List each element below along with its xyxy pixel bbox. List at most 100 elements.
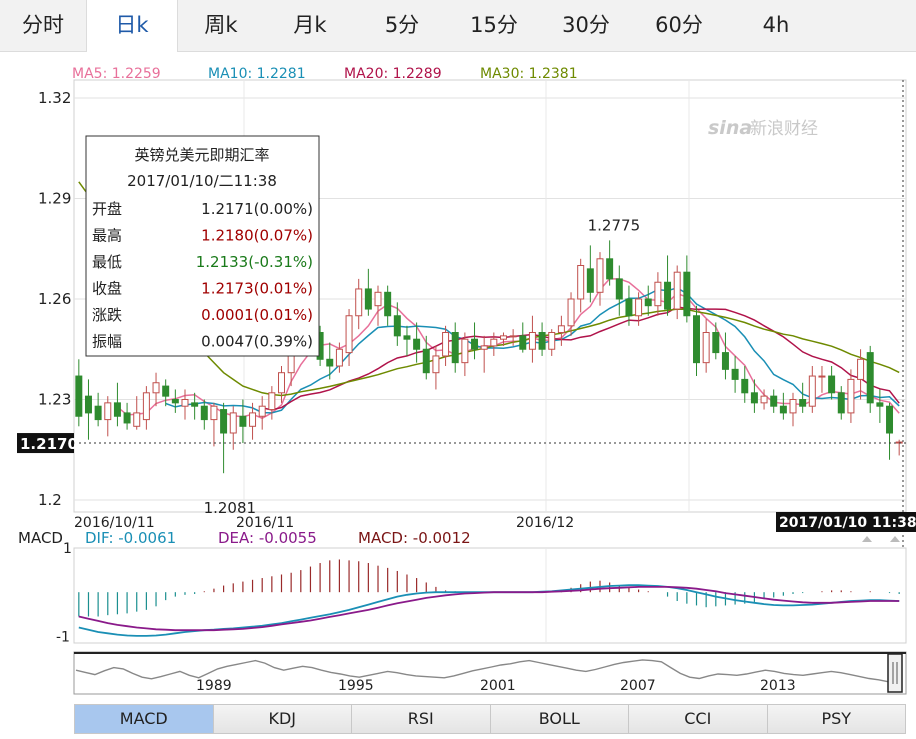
tooltip-row-label: 收盘: [92, 280, 122, 298]
overview-year-label: 2001: [480, 678, 516, 694]
tab-2[interactable]: 日k: [86, 0, 178, 52]
candle-body: [355, 288, 363, 317]
tab-3[interactable]: 周k: [178, 0, 264, 51]
macd-tick-label: -1: [56, 629, 70, 645]
tab-5[interactable]: 5分: [356, 0, 448, 51]
candle-body: [509, 335, 517, 338]
candle-body: [693, 315, 700, 364]
cursor-date-label: 2017/01/10 11:38: [779, 515, 916, 531]
price-tick-label: 1.23: [38, 391, 71, 409]
tooltip-row-label: 最低: [92, 253, 122, 271]
candle-body: [181, 399, 189, 407]
macd-dea-legend: DEA: -0.0055: [218, 529, 317, 547]
candle-body: [335, 348, 343, 367]
candle-body: [808, 375, 816, 407]
overview-year-label: 1995: [338, 678, 374, 694]
candle-body: [432, 355, 440, 374]
candle-body: [702, 332, 710, 364]
candle-body: [451, 332, 459, 364]
candle-body: [654, 281, 662, 307]
candle-body: [886, 405, 894, 434]
price-tick-label: 1.2: [38, 491, 62, 509]
candle-body: [461, 338, 469, 364]
indicator-button-boll[interactable]: BOLL: [490, 705, 629, 733]
tab-8[interactable]: 60分: [632, 0, 726, 51]
tooltip-row-label: 涨跌: [92, 306, 122, 324]
tab-6[interactable]: 15分: [448, 0, 540, 51]
candle-body: [538, 332, 546, 350]
tooltip-row-value: 0.0047(0.39%): [201, 333, 313, 351]
macd-title: MACD: [18, 529, 63, 547]
candle-body: [403, 335, 411, 340]
indicator-button-psy[interactable]: PSY: [767, 705, 905, 733]
candle-body: [104, 402, 112, 421]
candle-body: [837, 392, 845, 414]
macd-dif-legend: DIF: -0.0061: [85, 529, 176, 547]
price-tick-label: 1.26: [38, 290, 71, 308]
candle-body: [422, 348, 430, 374]
candle-body: [519, 335, 527, 350]
tooltip-row-value: 1.2171(0.00%): [201, 200, 313, 218]
candle-body: [731, 368, 739, 380]
tab-1[interactable]: 分时: [0, 0, 86, 51]
candle-body: [171, 399, 179, 404]
candle-body: [760, 395, 768, 404]
scroll-up-icon[interactable]: [862, 536, 872, 542]
candle-body: [142, 392, 150, 421]
candle-body: [606, 258, 614, 280]
candle-body: [345, 315, 353, 354]
candle-body: [577, 265, 585, 300]
high-annotation: 1.2775: [588, 216, 641, 234]
macd-panel: [73, 547, 907, 644]
tab-4[interactable]: 月k: [264, 0, 356, 51]
candle-body: [200, 405, 208, 421]
candle-body: [673, 271, 681, 310]
macd-tick-label: 1: [63, 541, 72, 557]
candle-body: [374, 291, 382, 307]
tooltip-row-value: 1.2133(-0.31%): [196, 253, 313, 271]
candle-body: [210, 405, 218, 421]
candle-body: [528, 332, 536, 350]
indicator-button-cci[interactable]: CCI: [629, 705, 768, 733]
tab-9[interactable]: 4h: [726, 0, 826, 51]
indicator-button-rsi[interactable]: RSI: [352, 705, 491, 733]
indicator-button-macd[interactable]: MACD: [75, 705, 214, 733]
indicator-button-kdj[interactable]: KDJ: [213, 705, 352, 733]
candle-body: [857, 358, 865, 380]
candle-body: [326, 358, 334, 367]
candle-body: [94, 405, 102, 421]
candle-body: [721, 352, 729, 370]
candle-body: [818, 375, 826, 378]
candle-body: [741, 378, 749, 394]
ma-legend-item: MA20: 1.2289: [344, 66, 442, 82]
chart-area: sina新浪财经 1.32 1.29 1.26 1.23 1.2 MA5: 1.2259 MA…: [17, 66, 916, 695]
candle-body: [644, 298, 652, 307]
candle-body: [683, 271, 691, 317]
scroll-up-icon[interactable]: [890, 536, 900, 542]
macd-value-legend: MACD: -0.0012: [358, 529, 471, 547]
candle-body: [75, 375, 83, 417]
tooltip-row-label: 最高: [92, 227, 122, 245]
candle-body: [712, 332, 720, 354]
candle-body: [471, 338, 479, 350]
tooltip-row-value: 1.2173(0.01%): [201, 280, 313, 298]
candle-body: [499, 335, 507, 340]
candle-body: [393, 315, 401, 337]
candle-body: [442, 332, 450, 357]
candle-body: [229, 412, 237, 434]
tab-7[interactable]: 30分: [540, 0, 632, 51]
candle-body: [866, 352, 874, 404]
candle-body: [635, 298, 643, 317]
candle-body: [876, 402, 884, 407]
candle-body: [384, 291, 392, 317]
candle-body: [664, 281, 672, 310]
candle-body: [220, 409, 228, 434]
candle-body: [268, 392, 276, 411]
watermark-text: 新浪财经: [750, 119, 818, 139]
candle-body: [789, 399, 797, 414]
navigator-handle[interactable]: [887, 653, 903, 693]
tooltip-row-value: 1.2180(0.07%): [201, 227, 313, 245]
candle-body: [480, 345, 488, 350]
overview-year-label: 2013: [760, 678, 796, 694]
candle-body: [490, 338, 498, 347]
